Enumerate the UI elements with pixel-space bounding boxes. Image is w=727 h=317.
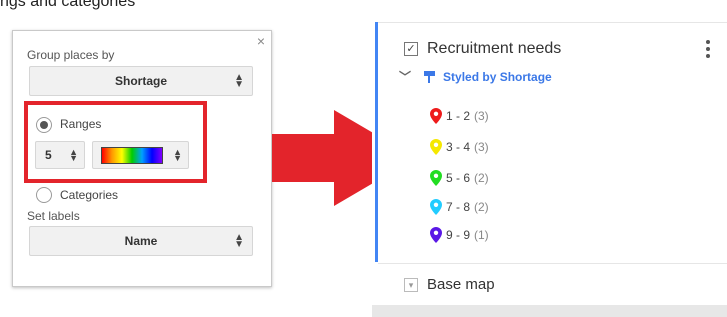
map-pin-icon [430,227,442,243]
labels-select[interactable]: Name ▲ ▼ [29,226,253,256]
group-places-label: Group places by [27,48,115,62]
ranges-label: Ranges [60,117,102,131]
categories-radio[interactable] [36,187,52,203]
select-arrows-icon: ▲ ▼ [234,232,244,250]
legend-range: 9 - 9 [446,228,471,242]
ranges-radio[interactable] [36,117,52,133]
legend-item: 5 - 6 (2) [430,170,489,186]
legend-count: (2) [474,171,489,185]
map-strip [372,305,727,317]
color-ramp-select[interactable]: ▲ ▼ [92,141,189,169]
paint-roller-icon [424,70,436,83]
layer-title[interactable]: Recruitment needs [427,40,561,58]
legend-range: 3 - 4 [446,140,471,154]
selected-layer-bar [375,22,378,262]
legend-item: 7 - 8 (2) [430,199,489,215]
layer-checkbox[interactable]: ✓ [404,42,418,56]
top-caption: ngs and categories [0,0,136,10]
panel-top-divider [378,22,727,23]
more-options-icon[interactable] [706,40,710,61]
legend-range: 7 - 8 [446,200,471,214]
base-map-label[interactable]: Base map [427,276,495,293]
legend-item: 3 - 4 (3) [430,139,489,155]
map-pin-icon [430,170,442,186]
legend-range: 1 - 2 [446,109,471,123]
panel-bottom-divider [378,263,727,264]
set-labels-label: Set labels [27,209,80,223]
legend-item: 9 - 9 (1) [430,227,489,243]
styled-by-row[interactable]: ﹀ Styled by Shortage [399,68,552,85]
categories-label: Categories [60,188,119,202]
group-by-value: Shortage [114,74,167,88]
legend-count: (1) [474,228,489,242]
legend-count: (3) [474,140,489,154]
count-arrows-icon: ▲ ▼ [69,147,78,163]
map-pin-icon [430,108,442,124]
legend-count: (3) [474,109,489,123]
ranges-count-select[interactable]: 5 ▲ ▼ [35,141,85,169]
legend-range: 5 - 6 [446,171,471,185]
base-map-toggle[interactable]: ▾ [404,278,418,292]
close-icon[interactable]: × [257,33,265,49]
ramp-arrows-icon: ▲ ▼ [173,147,182,163]
legend-count: (2) [474,200,489,214]
layer-panel: ✓ Recruitment needs ﹀ Styled by Shortage… [372,0,727,317]
styled-by-label: Styled by Shortage [443,69,552,84]
group-by-select[interactable]: Shortage ▲ ▼ [29,66,253,96]
legend-item: 1 - 2 (3) [430,108,489,124]
select-arrows-icon: ▲ ▼ [234,72,244,90]
color-gradient-swatch [101,147,163,164]
labels-value: Name [124,234,158,248]
map-pin-icon [430,139,442,155]
group-places-dialog: × Group places by Shortage ▲ ▼ Ranges 5 ▲… [12,30,272,287]
chevron-down-icon[interactable]: ﹀ [399,68,411,85]
ranges-count-value: 5 [45,148,52,162]
map-pin-icon [430,199,442,215]
